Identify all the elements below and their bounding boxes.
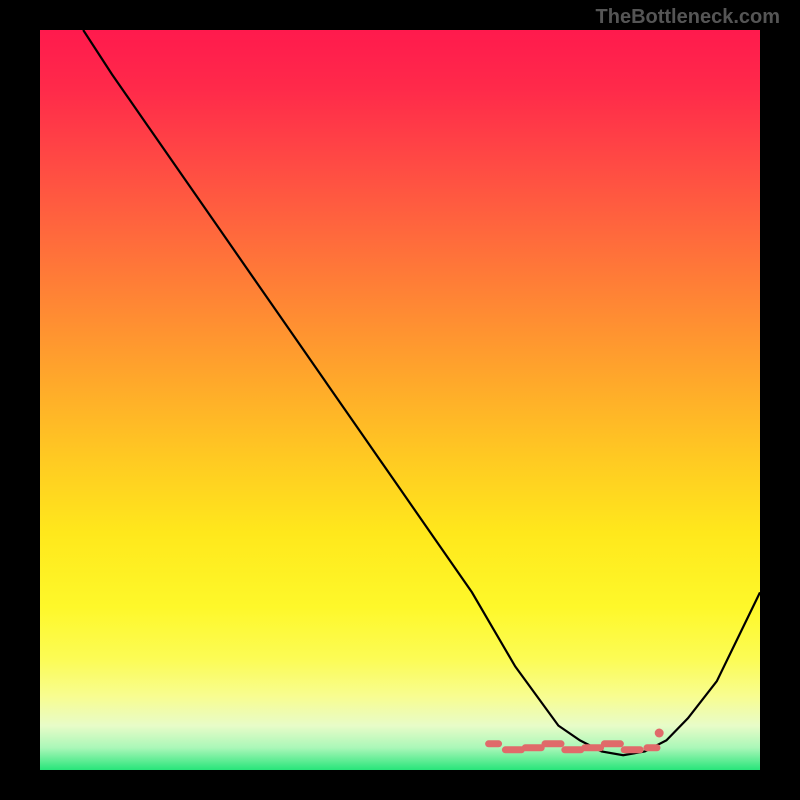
valley-marker-dot	[655, 729, 664, 738]
chart-svg	[40, 30, 760, 770]
plot-area	[40, 30, 760, 770]
watermark-text: TheBottleneck.com	[596, 6, 780, 29]
main-curve	[83, 30, 760, 755]
valley-markers	[489, 729, 664, 750]
